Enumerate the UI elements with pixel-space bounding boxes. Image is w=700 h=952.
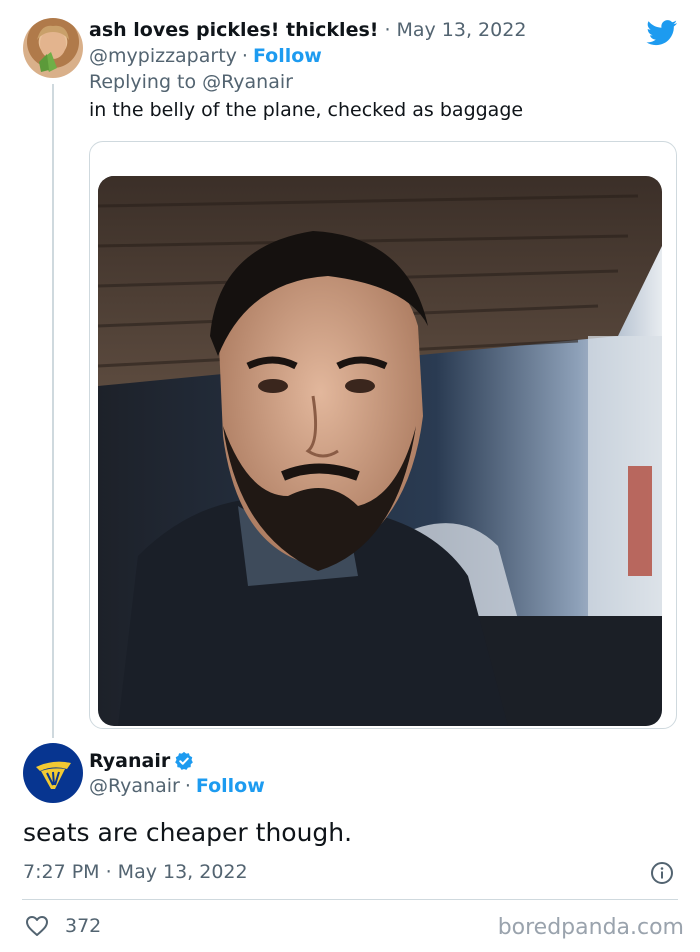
tweet2-handle[interactable]: @Ryanair bbox=[89, 775, 180, 797]
avatar-ryanair[interactable] bbox=[23, 743, 83, 803]
like-action[interactable]: 372 bbox=[25, 913, 101, 939]
avatar-mypizzaparty[interactable] bbox=[23, 18, 83, 78]
tweet1-handle-row: @mypizzaparty · Follow bbox=[89, 43, 322, 69]
tweet-divider bbox=[22, 899, 678, 900]
tweet1-header: ash loves pickles! thickles! · May 13, 2… bbox=[89, 16, 526, 44]
replying-to: Replying to @Ryanair bbox=[89, 69, 293, 95]
handle-separator: · bbox=[241, 45, 248, 67]
selfie-photo[interactable] bbox=[98, 176, 662, 726]
handle-separator: · bbox=[184, 775, 191, 797]
tweet1-date[interactable]: May 13, 2022 bbox=[396, 19, 526, 41]
reply-to-handle[interactable]: @Ryanair bbox=[202, 71, 293, 93]
info-icon[interactable] bbox=[650, 861, 674, 885]
tweet1-text: in the belly of the plane, checked as ba… bbox=[89, 99, 524, 121]
tweet1-follow-button[interactable]: Follow bbox=[253, 45, 322, 67]
twitter-bird-icon[interactable] bbox=[646, 20, 678, 46]
watermark: boredpanda.com bbox=[497, 915, 684, 940]
tweet2-handle-row: @Ryanair · Follow bbox=[89, 773, 265, 799]
tweet2-follow-button[interactable]: Follow bbox=[196, 775, 265, 797]
tweet1-media-card[interactable] bbox=[89, 141, 677, 729]
tweet2-timestamp[interactable]: 7:27 PM · May 13, 2022 bbox=[23, 861, 248, 883]
verified-badge-icon bbox=[174, 751, 194, 771]
header-separator: · bbox=[384, 19, 391, 41]
tweet1-display-name[interactable]: ash loves pickles! thickles! bbox=[89, 19, 378, 41]
heart-icon[interactable] bbox=[25, 915, 49, 937]
tweet2-header: Ryanair bbox=[89, 747, 194, 775]
tweet2-display-name[interactable]: Ryanair bbox=[89, 750, 170, 772]
tweet2-text: seats are cheaper though. bbox=[23, 818, 353, 847]
replying-label: Replying to bbox=[89, 71, 197, 93]
like-count: 372 bbox=[65, 915, 102, 937]
thread-line bbox=[52, 84, 54, 738]
tweet1-handle[interactable]: @mypizzaparty bbox=[89, 45, 237, 67]
